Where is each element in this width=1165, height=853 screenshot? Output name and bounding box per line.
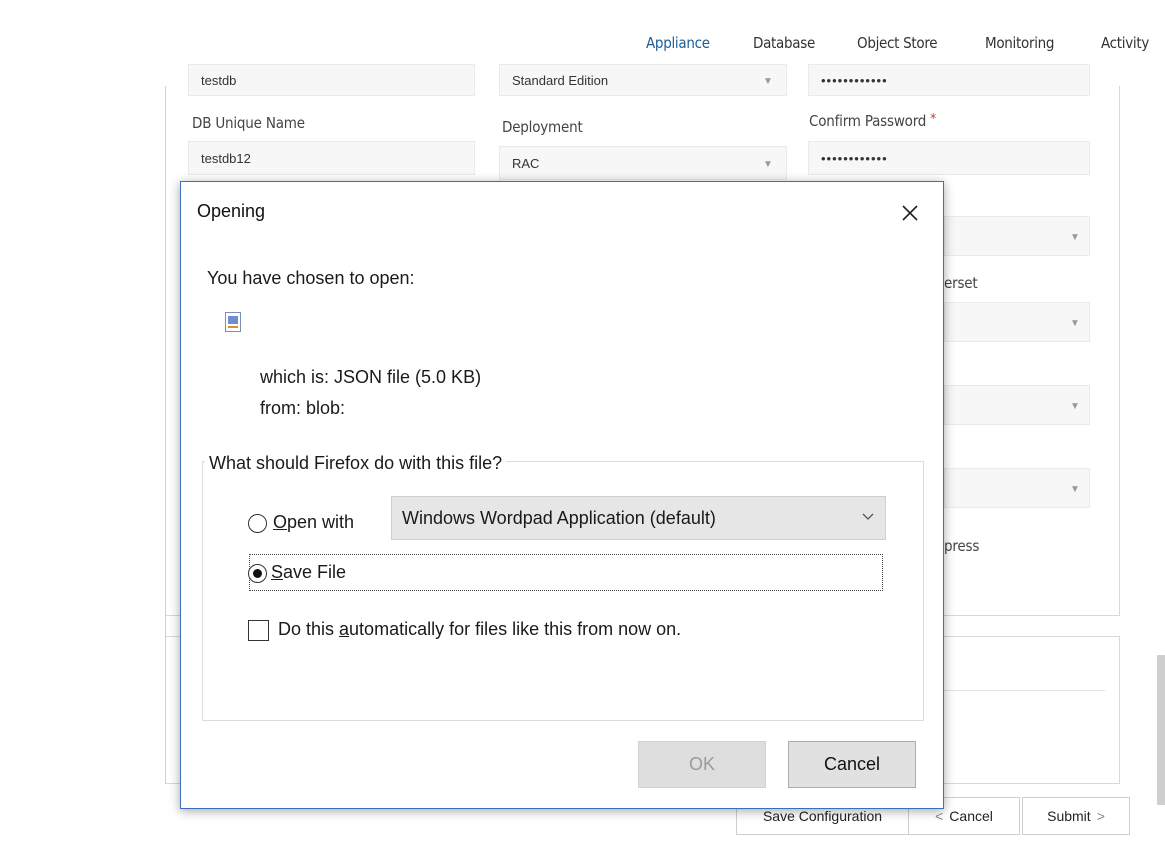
divider xyxy=(940,690,1105,691)
confirm-password-label: Confirm Password * xyxy=(809,112,936,130)
action-question: What should Firefox do with this file? xyxy=(205,453,507,474)
tab-monitoring[interactable]: Monitoring xyxy=(985,34,1054,52)
charset-label: erset xyxy=(944,274,978,292)
dialog-cancel-label: Cancel xyxy=(823,754,881,774)
auto-action-accesskey: a xyxy=(339,619,350,639)
auto-action-text-post: utomatically for files like this from no… xyxy=(349,619,682,639)
chevron-down-icon: ▼ xyxy=(1070,484,1080,495)
select-field-4[interactable] xyxy=(944,468,1090,508)
auto-action-label[interactable]: Do this automatically for files like thi… xyxy=(278,619,681,640)
chevron-down-icon xyxy=(862,513,874,520)
save-file-text: ave File xyxy=(283,562,347,582)
save-configuration-label: Save Configuration xyxy=(762,808,883,824)
intro-text: You have chosen to open: xyxy=(207,268,415,288)
application-select[interactable]: Windows Wordpad Application (default) xyxy=(391,496,886,540)
ok-button[interactable]: OK xyxy=(638,741,766,788)
password-input[interactable]: •••••••••••• xyxy=(808,64,1090,96)
tab-appliance[interactable]: Appliance xyxy=(646,34,710,52)
open-with-label[interactable]: Open with xyxy=(273,512,354,533)
chevron-down-icon: ▼ xyxy=(1070,401,1080,412)
chevron-down-icon: ▼ xyxy=(763,159,773,170)
file-type-text: which is: JSON file (5.0 KB) xyxy=(260,367,482,387)
submit-button[interactable]: Submit > xyxy=(1022,797,1130,835)
charset-select[interactable] xyxy=(944,302,1090,342)
db-unique-name-value: testdb12 xyxy=(201,150,251,166)
close-icon xyxy=(902,205,918,221)
db-name-value: testdb xyxy=(201,72,237,88)
save-file-radio[interactable] xyxy=(248,564,267,583)
tab-object-store[interactable]: Object Store xyxy=(857,34,938,52)
open-with-text: pen with xyxy=(287,512,355,532)
select-field-1[interactable] xyxy=(944,216,1090,256)
deployment-label: Deployment xyxy=(502,118,583,136)
scrollbar[interactable] xyxy=(1157,655,1165,805)
application-select-value: Windows Wordpad Application (default) xyxy=(402,507,716,528)
dialog-cancel-button[interactable]: Cancel xyxy=(788,741,916,788)
compress-label: press xyxy=(944,537,980,555)
tab-activity[interactable]: Activity xyxy=(1101,34,1149,52)
password-value: •••••••••••• xyxy=(821,72,888,88)
select-field-3[interactable] xyxy=(944,385,1090,425)
deployment-value: RAC xyxy=(512,155,540,171)
open-with-radio[interactable] xyxy=(248,514,267,533)
chevron-down-icon: ▼ xyxy=(1070,232,1080,243)
db-unique-name-input[interactable]: testdb12 xyxy=(188,141,475,175)
tab-database[interactable]: Database xyxy=(753,34,815,52)
confirm-password-text: Confirm Password xyxy=(809,112,927,130)
confirm-password-value: •••••••••••• xyxy=(821,150,888,166)
cancel-label: Cancel xyxy=(949,808,993,824)
dialog-title: Opening xyxy=(197,201,266,221)
chevron-left-icon: < xyxy=(935,808,944,824)
required-marker: * xyxy=(930,112,936,127)
file-source-text: from: blob: xyxy=(260,398,346,418)
opening-dialog: Opening You have chosen to open: which i… xyxy=(180,181,944,809)
submit-label: Submit xyxy=(1047,808,1091,824)
edition-select[interactable]: Standard Edition xyxy=(499,64,787,96)
db-name-input[interactable]: testdb xyxy=(188,64,475,96)
open-with-accesskey: O xyxy=(273,512,288,532)
auto-action-text-pre: Do this xyxy=(278,619,340,639)
json-file-icon xyxy=(225,312,241,332)
auto-action-checkbox[interactable] xyxy=(248,620,269,641)
chevron-down-icon: ▼ xyxy=(1070,318,1080,329)
edition-value: Standard Edition xyxy=(512,72,609,88)
chevron-right-icon: > xyxy=(1096,808,1105,824)
save-file-label[interactable]: Save File xyxy=(271,562,346,583)
close-button[interactable] xyxy=(893,196,927,230)
confirm-password-input[interactable]: •••••••••••• xyxy=(808,141,1090,175)
ok-label: OK xyxy=(688,754,715,774)
chevron-down-icon: ▼ xyxy=(763,76,773,87)
save-file-accesskey: S xyxy=(271,562,284,582)
deployment-select[interactable]: RAC xyxy=(499,146,787,180)
db-unique-name-label: DB Unique Name xyxy=(192,114,305,132)
